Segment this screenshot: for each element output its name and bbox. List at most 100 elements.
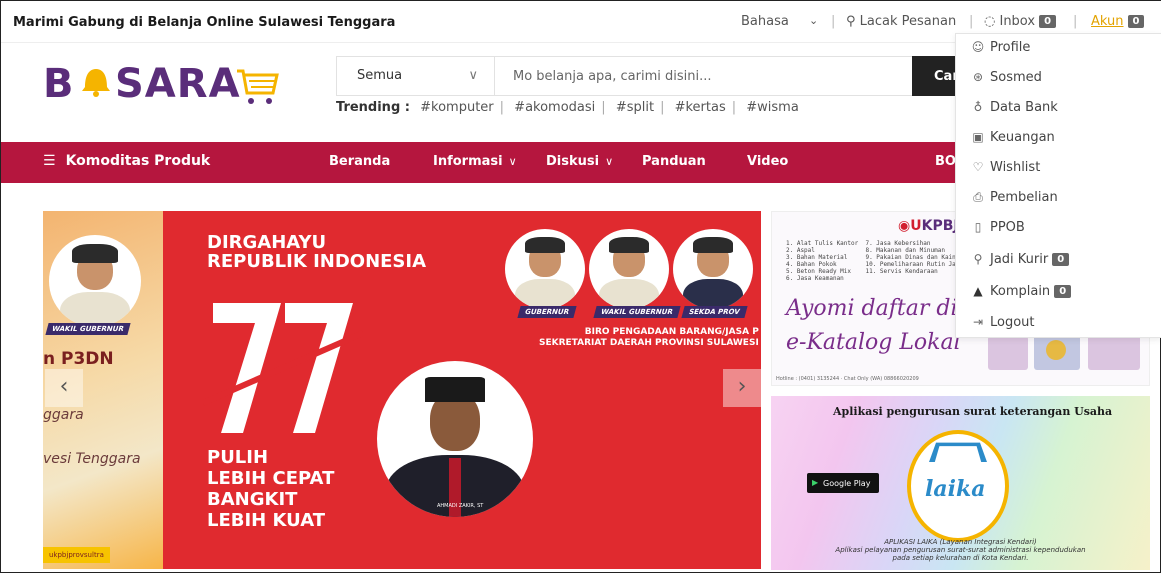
menu-item-label: Profile [990,40,1031,55]
speaker-name: AHMADI ZAKIR, ST [437,503,484,509]
bike-icon: ⚲ [973,252,983,266]
banner-slogan: PULIH LEBIH CEPAT BANGKIT LEBIH KUAT [207,447,334,531]
prev-slide-button[interactable]: ‹ [45,369,83,407]
banner-headline: DIRGAHAYU REPUBLIK INDONESIA [207,233,426,271]
trending-tag[interactable]: #split [616,100,654,115]
chevron-down-icon: ∨ [605,155,614,168]
nav-item-beranda[interactable]: Beranda [329,154,390,169]
categories-menu-button[interactable]: ☰ Komoditas Produk [43,153,210,169]
slide-title: n P3DN [43,349,114,369]
nav-item-panduan[interactable]: Panduan [642,154,706,169]
trending-tag[interactable]: #akomodasi [514,100,595,115]
slide-subtitle: vesi Tenggara [43,451,141,467]
account-link[interactable]: Akun 0 [1091,14,1145,29]
account-dropdown: ☺ Profile ⊛ Sosmed ♁ Data Bank ▣ Keuangan ♡ W… [955,33,1161,338]
chevron-down-icon: ∨ [508,155,517,168]
google-play-badge[interactable]: Google Play [807,473,879,493]
location-pin-icon: ⚲ [846,14,856,29]
menu-item-label: Sosmed [990,70,1042,85]
trending-tag[interactable]: #kertas [675,100,726,115]
menu-item-keuangan[interactable]: ▣ Keuangan [956,124,1161,154]
phone-icon: ▯ [974,220,982,234]
menu-item-jadi-kurir[interactable]: ⚲ Jadi Kurir 0 [956,246,1161,276]
chevron-down-icon[interactable]: ⌄ [809,14,818,27]
role-tag: SEKDA PROV [681,306,748,318]
menu-item-pembelian[interactable]: ⎙ Pembelian [956,184,1161,214]
warning-icon: ▲ [973,284,983,298]
account-label: Akun [1091,14,1124,29]
ad-footer: Hotline : (0401) 3135244 · Chat Only (WA… [776,376,919,382]
site-logo[interactable]: B SARA [43,61,283,109]
count-badge: 0 [1054,285,1072,298]
menu-item-label: Jadi Kurir [990,252,1049,267]
ukpbj-logo: ◉UKPBJ [898,218,959,234]
secretary-portrait [673,229,753,309]
track-order-link[interactable]: ⚲ Lacak Pesanan [846,14,956,29]
track-order-label: Lacak Pesanan [859,14,957,29]
divider: | [1073,14,1078,29]
bank-icon: ♁ [973,100,983,114]
slide-subtitle: ggara [43,407,84,423]
ad-caption: pada setiap kelurahan di Kota Kendari. [892,554,1029,562]
laika-wordmark: laika [925,476,986,502]
ad-caption: Aplikasi pelayanan pengurusan surat-sura… [835,546,1086,554]
search-input[interactable] [497,57,911,95]
inbox-badge: 0 [1039,15,1057,28]
menu-item-logout[interactable]: ⇥ Logout [956,309,1161,339]
next-slide-button[interactable]: › [723,369,761,407]
roof-icon [929,442,987,463]
menu-item-label: Logout [990,315,1035,330]
user-icon: ☺ [971,40,985,54]
categories-label: Komoditas Produk [65,153,211,169]
divider: | [731,100,737,115]
tagline: Marimi Gabung di Belanja Online Sulawesi… [13,15,396,30]
chat-bubble-icon: ◌ [984,14,996,29]
menu-item-komplain[interactable]: ▲ Komplain 0 [956,278,1161,308]
role-tag: WAKIL GUBERNUR [593,306,681,318]
menu-item-label: PPOB [990,220,1025,235]
share-icon: ⊛ [972,70,984,84]
divider: | [601,100,606,115]
laika-logo: laika [907,430,1009,542]
menu-item-label: Komplain [990,284,1051,299]
nav-item-video[interactable]: Video [747,154,788,169]
governor-portrait [505,229,585,309]
menu-item-label: Data Bank [990,100,1058,115]
menu-item-sosmed[interactable]: ⊛ Sosmed [956,64,1161,94]
trending-label: Trending : [336,100,410,115]
banner-slogan-text: PULIH LEBIH CEPAT BANGKIT LEBIH KUAT [207,447,335,531]
seventy-seven-logo [203,303,363,433]
laika-ad[interactable]: Aplikasi pengurusan surat keterangan Usa… [771,396,1150,570]
menu-item-data-bank[interactable]: ♁ Data Bank [956,94,1161,124]
search-category-select[interactable]: Semua ∨ [337,57,495,95]
count-badge: 0 [1052,253,1070,266]
inbox-link[interactable]: ◌ Inbox 0 [984,14,1057,29]
divider: | [831,14,836,29]
search-category-value: Semua [357,68,403,83]
menu-item-ppob[interactable]: ▯ PPOB [956,214,1161,244]
divider: | [660,100,665,115]
nav-item-bo[interactable]: BO [935,154,956,169]
ukpbj-brand-prefix: U [910,218,922,234]
organizer-text-content: BIRO PENGADAAN BARANG/JASA P SEKRETARIAT… [539,327,759,348]
logo-text-b: B [43,61,75,107]
ad-headline: Ayomi daftar di [786,296,958,321]
trending-tag[interactable]: #wisma [746,100,799,115]
trending-tags: Trending : #komputer | #akomodasi | #split… [336,100,799,115]
nav-item-diskusi[interactable]: Diskusi ∨ [546,154,613,169]
language-selector[interactable]: Bahasa [741,14,789,29]
hero-banner[interactable]: WAKIL GUBERNUR n P3DN ggara vesi Tenggar… [43,211,761,569]
inbox-label: Inbox [999,14,1036,29]
menu-item-profile[interactable]: ☺ Profile [956,34,1161,64]
nav-item-informasi[interactable]: Informasi ∨ [433,154,517,169]
nav-item-label: Informasi [433,154,503,169]
account-badge: 0 [1127,15,1145,28]
menu-item-wishlist[interactable]: ♡ Wishlist [956,154,1161,184]
ad-caption: APLIKASI LAIKA (Layanan Integrasi Kendar… [884,538,1037,546]
divider: | [499,100,505,115]
instagram-tag: ukpbjprovsultra [43,547,110,563]
trending-tag[interactable]: #komputer [420,100,494,115]
money-icon: ▣ [972,130,984,144]
heart-icon: ♡ [972,160,984,174]
speaker-portrait [377,361,533,517]
